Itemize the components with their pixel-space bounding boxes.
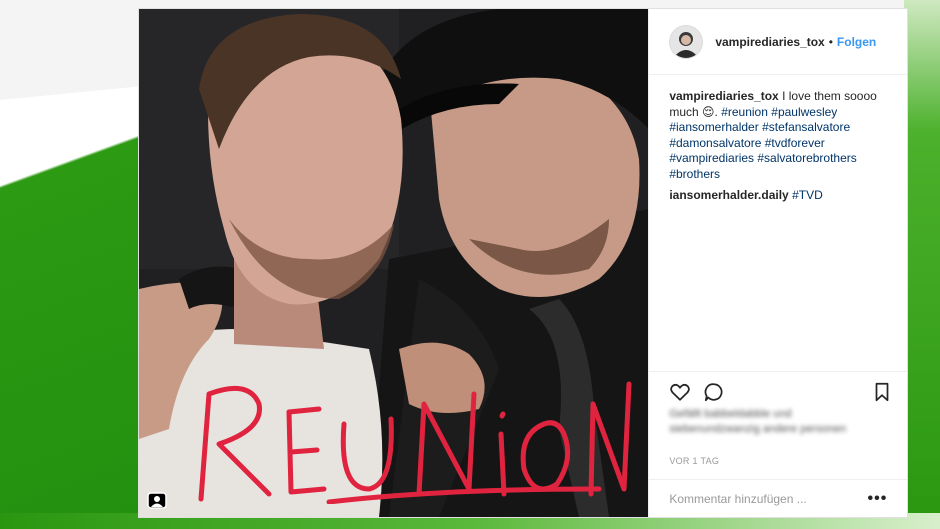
comment-icon[interactable] <box>703 381 727 405</box>
hashtag[interactable]: #iansomerhalder <box>669 120 758 134</box>
hashtag[interactable]: #vampirediaries <box>669 151 754 165</box>
comment-username[interactable]: iansomerhalder.daily <box>669 188 788 202</box>
hashtag[interactable]: #stefansalvatore <box>762 120 850 134</box>
comment: iansomerhalder.daily #TVD <box>669 188 887 204</box>
header-username[interactable]: vampirediaries_tox <box>715 35 824 49</box>
heart-icon[interactable] <box>669 381 693 405</box>
hashtag[interactable]: #salvatorebrothers <box>757 151 856 165</box>
bookmark-icon[interactable] <box>872 381 896 405</box>
post-header: vampirediaries_tox • Folgen <box>649 9 907 75</box>
more-options-icon[interactable]: ••• <box>868 490 888 508</box>
action-bar <box>649 371 908 405</box>
header-separator: • <box>828 34 833 49</box>
post-photo[interactable] <box>139 9 649 517</box>
hashtag[interactable]: #tvdforever <box>765 136 825 150</box>
reunion-overlay-text <box>198 381 632 504</box>
comment-hashtag[interactable]: #TVD <box>792 188 823 202</box>
post-timestamp: VOR 1 TAG <box>669 456 720 466</box>
post-caption: vampirediaries_tox I love them soooo muc… <box>649 75 907 204</box>
likes-count[interactable]: Gefällt babbeldabble und siebenundzwanzi… <box>669 407 884 437</box>
hashtag[interactable]: #reunion <box>721 105 768 119</box>
comment-input[interactable]: Kommentar hinzufügen ... <box>669 492 806 506</box>
hashtag[interactable]: #paulwesley <box>771 105 837 119</box>
instagram-post: vampirediaries_tox • Folgen vampirediari… <box>138 8 908 518</box>
comment-input-bar: Kommentar hinzufügen ... ••• <box>649 479 908 517</box>
follow-button[interactable]: Folgen <box>837 35 876 49</box>
caption-username[interactable]: vampirediaries_tox <box>669 89 778 103</box>
background-right-edge <box>904 0 940 529</box>
post-details-panel: vampirediaries_tox • Folgen vampirediari… <box>648 9 908 517</box>
tagged-user-icon[interactable] <box>147 491 167 509</box>
hashtag[interactable]: #brothers <box>669 167 720 181</box>
hashtag[interactable]: #damonsalvatore <box>669 136 761 150</box>
avatar[interactable] <box>669 24 704 59</box>
